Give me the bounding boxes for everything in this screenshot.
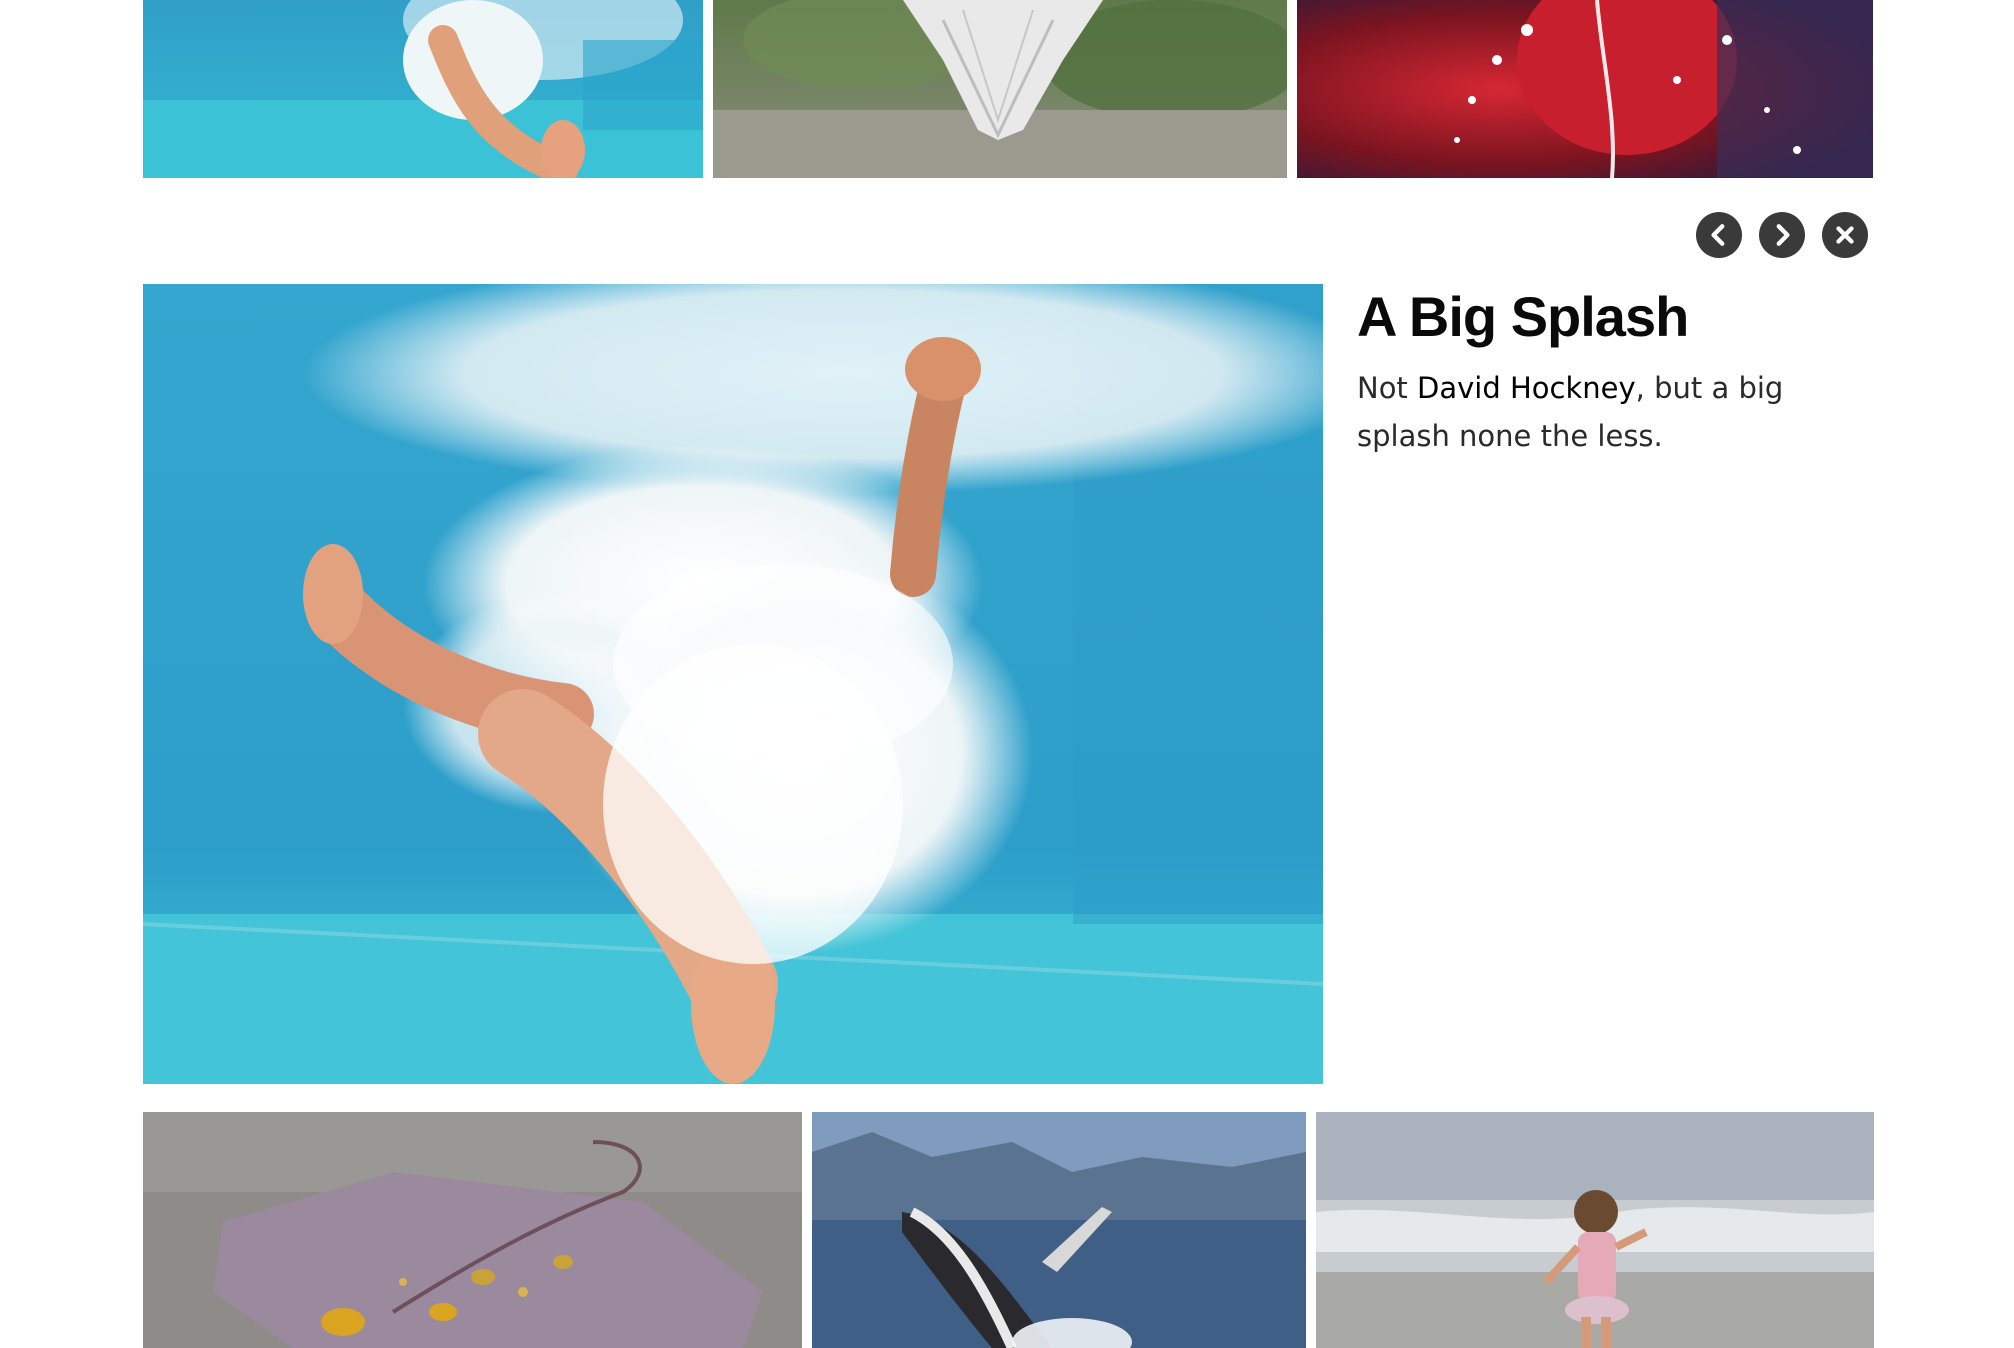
next-button[interactable]	[1759, 212, 1805, 258]
prev-button[interactable]	[1696, 212, 1742, 258]
gallery-thumb-reflection[interactable]	[713, 0, 1287, 178]
chevron-right-icon	[1776, 224, 1790, 246]
description-pre: Not	[1357, 371, 1418, 405]
gallery-thumb-whale[interactable]	[812, 1112, 1306, 1348]
description-link: David Hockney	[1417, 371, 1636, 405]
lightbox-main-photo	[143, 284, 1323, 1084]
gallery-thumb-swimmer[interactable]	[143, 0, 703, 178]
photo-description: Not David Hockney, but a big splash none…	[1357, 364, 1857, 460]
gallery-thumb-red-splash[interactable]	[1297, 0, 1873, 178]
lightbox-controls	[1696, 212, 1868, 258]
photo-title: A Big Splash	[1357, 285, 1689, 348]
chevron-left-icon	[1711, 224, 1725, 246]
gallery-thumb-girl-beach[interactable]	[1316, 1112, 1874, 1348]
close-icon	[1836, 226, 1854, 244]
close-button[interactable]	[1822, 212, 1868, 258]
gallery-thumb-leaf[interactable]	[143, 1112, 802, 1348]
lightbox-caption: A Big Splash Not David Hockney, but a bi…	[1357, 284, 1857, 460]
